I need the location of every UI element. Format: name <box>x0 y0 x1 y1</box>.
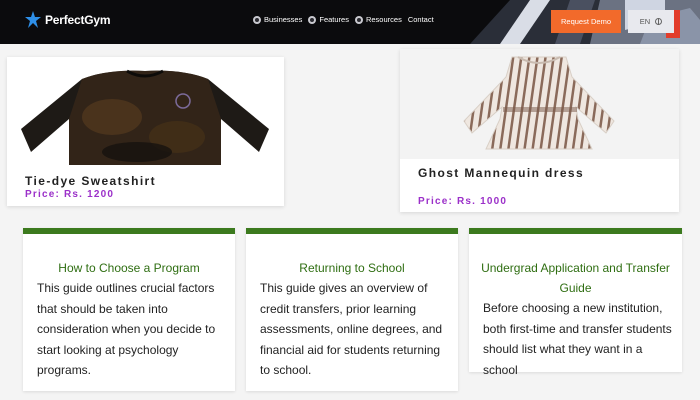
nav-businesses[interactable]: Businesses <box>253 15 302 24</box>
businesses-icon <box>253 15 261 24</box>
product-name: Ghost Mannequin dress <box>418 166 585 180</box>
guide-description: This guide gives an overview of credit t… <box>260 281 443 377</box>
guide-title[interactable]: Undergrad Application and Transfer Guide <box>469 234 682 298</box>
nav-features-label: Features <box>319 15 349 24</box>
guide-description: This guide outlines crucial factors that… <box>37 281 216 377</box>
product-card-sweatshirt[interactable]: Tie-dye Sweatshirt Price: Rs. 1200 <box>7 57 284 206</box>
nav-resources[interactable]: Resources <box>354 15 402 24</box>
features-icon <box>308 15 317 24</box>
product-name: Tie-dye Sweatshirt <box>25 174 157 188</box>
product-image-sweatshirt <box>7 57 284 167</box>
globe-icon <box>655 18 663 25</box>
dress-image <box>463 56 615 150</box>
nav-contact[interactable]: Contact <box>408 15 434 24</box>
top-navbar: PerfectGym Businesses Features Resources… <box>0 0 700 44</box>
product-price: Price: Rs. 1200 <box>25 189 115 200</box>
nav-businesses-label: Businesses <box>264 15 303 24</box>
nav-resources-label: Resources <box>365 15 402 24</box>
product-price: Price: Rs. 1000 <box>418 196 508 207</box>
guide-card-choose-program[interactable]: How to Choose a Program This guide outli… <box>23 228 235 391</box>
guide-title[interactable]: Returning to School <box>246 234 458 278</box>
sweatshirt-image <box>21 69 269 165</box>
language-label: EN <box>639 17 651 26</box>
guide-description: Before choosing a new institution, both … <box>483 301 672 377</box>
request-demo-button[interactable]: Request Demo <box>551 10 621 33</box>
resources-icon <box>354 15 363 24</box>
product-card-dress[interactable]: Ghost Mannequin dress Price: Rs. 1000 <box>400 49 679 212</box>
guide-card-returning-to-school[interactable]: Returning to School This guide gives an … <box>246 228 458 391</box>
page: PerfectGym Businesses Features Resources… <box>0 0 700 400</box>
guide-card-undergrad-transfer[interactable]: Undergrad Application and Transfer Guide… <box>469 228 682 377</box>
nav-features[interactable]: Features <box>308 15 349 24</box>
product-image-dress <box>400 49 679 159</box>
guide-title[interactable]: How to Choose a Program <box>23 234 235 278</box>
main-nav: Businesses Features Resources Contact <box>253 15 434 24</box>
brand-name: PerfectGym <box>45 13 111 27</box>
brand-logo[interactable]: PerfectGym <box>25 11 111 29</box>
logo-star-icon <box>25 11 41 28</box>
nav-contact-label: Contact <box>407 15 434 24</box>
language-selector[interactable]: EN <box>628 10 674 33</box>
